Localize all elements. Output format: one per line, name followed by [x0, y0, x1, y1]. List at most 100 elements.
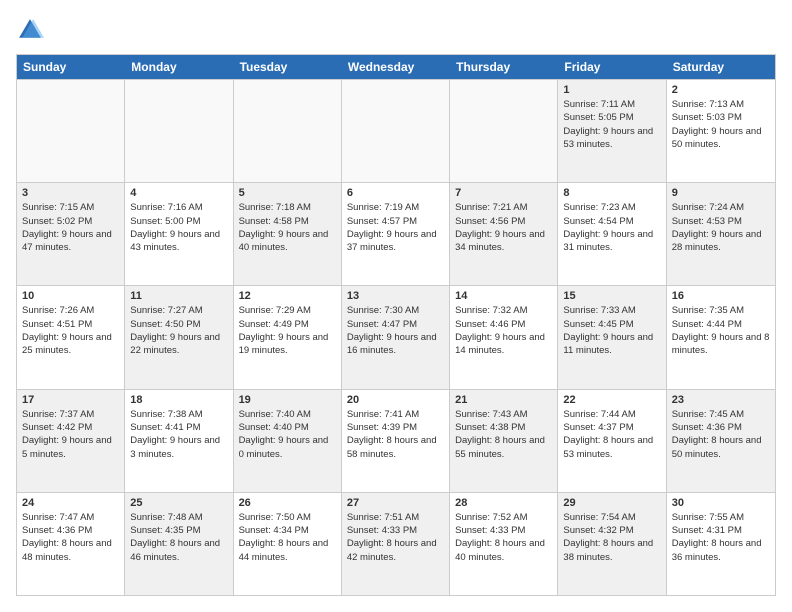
calendar-cell: 26Sunrise: 7:50 AM Sunset: 4:34 PM Dayli…	[234, 493, 342, 595]
calendar: SundayMondayTuesdayWednesdayThursdayFrid…	[16, 54, 776, 596]
day-info: Sunrise: 7:15 AM Sunset: 5:02 PM Dayligh…	[22, 201, 119, 254]
calendar-cell: 9 Sunrise: 7:24 AM Sunset: 4:53 PM Daylig…	[667, 183, 775, 285]
day-number: 23	[672, 394, 770, 406]
calendar-cell: 11 Sunrise: 7:27 AM Sunset: 4:50 PM Dayli…	[125, 286, 233, 388]
day-info: Sunrise: 7:19 AM Sunset: 4:57 PM Dayligh…	[347, 201, 444, 254]
day-info: Sunrise: 7:38 AM Sunset: 4:41 PM Dayligh…	[130, 408, 227, 461]
calendar-body: 1Sunrise: 7:11 AM Sunset: 5:05 PM Daylig…	[17, 79, 775, 595]
weekday-header: Friday	[558, 55, 666, 79]
day-number: 25	[130, 497, 227, 509]
calendar-row: 10 Sunrise: 7:26 AM Sunset: 4:51 PM Dayli…	[17, 285, 775, 388]
page: SundayMondayTuesdayWednesdayThursdayFrid…	[0, 0, 792, 612]
day-number: 24	[22, 497, 119, 509]
calendar-cell: 1Sunrise: 7:11 AM Sunset: 5:05 PM Daylig…	[558, 80, 666, 182]
day-info: Sunrise: 7:37 AM Sunset: 4:42 PM Dayligh…	[22, 408, 119, 461]
calendar-row: 24 Sunrise: 7:47 AM Sunset: 4:36 PM Dayli…	[17, 492, 775, 595]
calendar-row: 1Sunrise: 7:11 AM Sunset: 5:05 PM Daylig…	[17, 79, 775, 182]
calendar-cell: 10 Sunrise: 7:26 AM Sunset: 4:51 PM Dayli…	[17, 286, 125, 388]
calendar-cell: 22 Sunrise: 7:44 AM Sunset: 4:37 PM Dayli…	[558, 390, 666, 492]
day-info: Sunrise: 7:55 AM Sunset: 4:31 PM Dayligh…	[672, 511, 770, 564]
day-number: 30	[672, 497, 770, 509]
weekday-header: Wednesday	[342, 55, 450, 79]
day-number: 29	[563, 497, 660, 509]
weekday-header: Saturday	[667, 55, 775, 79]
day-number: 5	[239, 187, 336, 199]
day-number: 12	[239, 290, 336, 302]
day-info: Sunrise: 7:51 AM Sunset: 4:33 PM Dayligh…	[347, 511, 444, 564]
calendar-row: 3 Sunrise: 7:15 AM Sunset: 5:02 PM Daylig…	[17, 182, 775, 285]
calendar-cell	[125, 80, 233, 182]
day-number: 4	[130, 187, 227, 199]
calendar-cell: 25 Sunrise: 7:48 AM Sunset: 4:35 PM Dayli…	[125, 493, 233, 595]
day-number: 13	[347, 290, 444, 302]
day-number: 9	[672, 187, 770, 199]
day-info: Sunrise: 7:35 AM Sunset: 4:44 PM Dayligh…	[672, 304, 770, 357]
day-info: Sunrise: 7:43 AM Sunset: 4:38 PM Dayligh…	[455, 408, 552, 461]
calendar-cell: 4 Sunrise: 7:16 AM Sunset: 5:00 PM Daylig…	[125, 183, 233, 285]
logo-icon	[16, 16, 44, 44]
calendar-cell	[234, 80, 342, 182]
day-number: 26	[239, 497, 336, 509]
calendar-cell: 24 Sunrise: 7:47 AM Sunset: 4:36 PM Dayli…	[17, 493, 125, 595]
day-info: Sunrise: 7:52 AM Sunset: 4:33 PM Dayligh…	[455, 511, 552, 564]
day-info: Sunrise: 7:30 AM Sunset: 4:47 PM Dayligh…	[347, 304, 444, 357]
weekday-header: Tuesday	[234, 55, 342, 79]
calendar-cell: 28 Sunrise: 7:52 AM Sunset: 4:33 PM Dayli…	[450, 493, 558, 595]
day-info: Sunrise: 7:18 AM Sunset: 4:58 PM Dayligh…	[239, 201, 336, 254]
day-info: Sunrise: 7:47 AM Sunset: 4:36 PM Dayligh…	[22, 511, 119, 564]
calendar-cell: 12 Sunrise: 7:29 AM Sunset: 4:49 PM Dayli…	[234, 286, 342, 388]
calendar-cell: 13 Sunrise: 7:30 AM Sunset: 4:47 PM Dayli…	[342, 286, 450, 388]
day-number: 22	[563, 394, 660, 406]
calendar-cell: 29Sunrise: 7:54 AM Sunset: 4:32 PM Dayli…	[558, 493, 666, 595]
day-info: Sunrise: 7:48 AM Sunset: 4:35 PM Dayligh…	[130, 511, 227, 564]
calendar-cell: 21Sunrise: 7:43 AM Sunset: 4:38 PM Dayli…	[450, 390, 558, 492]
day-number: 17	[22, 394, 119, 406]
calendar-cell: 18 Sunrise: 7:38 AM Sunset: 4:41 PM Dayli…	[125, 390, 233, 492]
day-number: 18	[130, 394, 227, 406]
calendar-cell: 30 Sunrise: 7:55 AM Sunset: 4:31 PM Dayli…	[667, 493, 775, 595]
day-number: 1	[563, 84, 660, 96]
calendar-cell: 8 Sunrise: 7:23 AM Sunset: 4:54 PM Daylig…	[558, 183, 666, 285]
calendar-cell: 2 Sunrise: 7:13 AM Sunset: 5:03 PM Daylig…	[667, 80, 775, 182]
day-info: Sunrise: 7:41 AM Sunset: 4:39 PM Dayligh…	[347, 408, 444, 461]
day-number: 10	[22, 290, 119, 302]
calendar-cell: 15 Sunrise: 7:33 AM Sunset: 4:45 PM Dayli…	[558, 286, 666, 388]
day-info: Sunrise: 7:40 AM Sunset: 4:40 PM Dayligh…	[239, 408, 336, 461]
calendar-cell: 19 Sunrise: 7:40 AM Sunset: 4:40 PM Dayli…	[234, 390, 342, 492]
calendar-cell: 7Sunrise: 7:21 AM Sunset: 4:56 PM Daylig…	[450, 183, 558, 285]
day-number: 3	[22, 187, 119, 199]
weekday-header: Monday	[125, 55, 233, 79]
calendar-header: SundayMondayTuesdayWednesdayThursdayFrid…	[17, 55, 775, 79]
day-number: 2	[672, 84, 770, 96]
calendar-cell: 14Sunrise: 7:32 AM Sunset: 4:46 PM Dayli…	[450, 286, 558, 388]
day-number: 15	[563, 290, 660, 302]
day-info: Sunrise: 7:23 AM Sunset: 4:54 PM Dayligh…	[563, 201, 660, 254]
calendar-cell: 27 Sunrise: 7:51 AM Sunset: 4:33 PM Dayli…	[342, 493, 450, 595]
calendar-cell: 23Sunrise: 7:45 AM Sunset: 4:36 PM Dayli…	[667, 390, 775, 492]
weekday-header: Sunday	[17, 55, 125, 79]
day-number: 28	[455, 497, 552, 509]
day-info: Sunrise: 7:16 AM Sunset: 5:00 PM Dayligh…	[130, 201, 227, 254]
calendar-cell: 5 Sunrise: 7:18 AM Sunset: 4:58 PM Daylig…	[234, 183, 342, 285]
calendar-row: 17 Sunrise: 7:37 AM Sunset: 4:42 PM Dayli…	[17, 389, 775, 492]
calendar-cell	[342, 80, 450, 182]
day-info: Sunrise: 7:26 AM Sunset: 4:51 PM Dayligh…	[22, 304, 119, 357]
day-info: Sunrise: 7:27 AM Sunset: 4:50 PM Dayligh…	[130, 304, 227, 357]
day-info: Sunrise: 7:24 AM Sunset: 4:53 PM Dayligh…	[672, 201, 770, 254]
day-number: 11	[130, 290, 227, 302]
weekday-header: Thursday	[450, 55, 558, 79]
day-info: Sunrise: 7:44 AM Sunset: 4:37 PM Dayligh…	[563, 408, 660, 461]
day-number: 27	[347, 497, 444, 509]
day-info: Sunrise: 7:13 AM Sunset: 5:03 PM Dayligh…	[672, 98, 770, 151]
day-info: Sunrise: 7:33 AM Sunset: 4:45 PM Dayligh…	[563, 304, 660, 357]
day-number: 19	[239, 394, 336, 406]
day-number: 8	[563, 187, 660, 199]
calendar-cell: 17 Sunrise: 7:37 AM Sunset: 4:42 PM Dayli…	[17, 390, 125, 492]
day-number: 16	[672, 290, 770, 302]
day-info: Sunrise: 7:29 AM Sunset: 4:49 PM Dayligh…	[239, 304, 336, 357]
day-number: 20	[347, 394, 444, 406]
calendar-cell	[450, 80, 558, 182]
calendar-cell: 6Sunrise: 7:19 AM Sunset: 4:57 PM Daylig…	[342, 183, 450, 285]
day-number: 14	[455, 290, 552, 302]
calendar-cell: 16 Sunrise: 7:35 AM Sunset: 4:44 PM Dayli…	[667, 286, 775, 388]
